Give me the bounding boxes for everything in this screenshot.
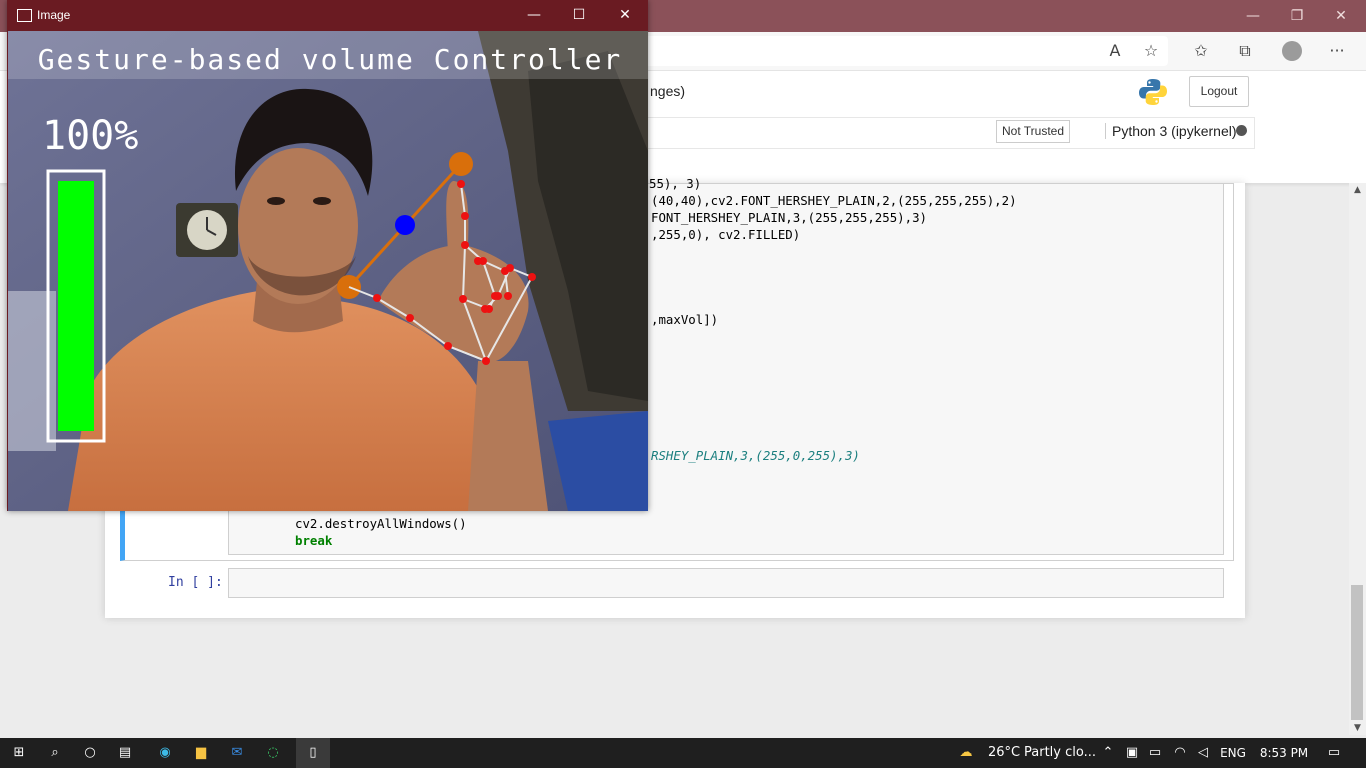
chevron-up-icon[interactable]: ⌃ [1098, 738, 1118, 768]
mail-icon[interactable]: ✉ [222, 738, 252, 768]
scroll-up-icon[interactable]: ▲ [1349, 183, 1366, 197]
collections-icon[interactable]: ⧉ [1232, 40, 1258, 62]
notifications-icon[interactable]: ▭ [1320, 738, 1348, 768]
code-line: cv2.destroyAllWindows() [295, 516, 467, 531]
python-logo-icon [1139, 79, 1167, 105]
code-line: ,maxVol]) [651, 312, 719, 327]
empty-code-cell[interactable] [228, 568, 1224, 598]
more-icon[interactable]: ··· [1324, 40, 1350, 62]
volume-icon[interactable]: ◁ [1193, 738, 1213, 768]
notebook-name[interactable]: nges) [650, 83, 685, 99]
edge-icon[interactable]: ◉ [150, 738, 180, 768]
clock[interactable]: 8:53 PM [1254, 738, 1314, 768]
code-line: 55), 3) [649, 176, 702, 191]
image-minimize-button[interactable]: — [511, 0, 557, 30]
favorites-icon[interactable]: ✩ [1188, 40, 1214, 62]
overlay-title: Gesture-based volume Controller [38, 43, 623, 76]
code-line: break [295, 533, 333, 548]
code-line: RSHEY_PLAIN,3,(255,0,255),3) [651, 448, 860, 463]
image-maximize-button[interactable]: ☐ [556, 0, 602, 30]
weather-desc[interactable]: Partly clo... [1024, 738, 1096, 768]
add-favorite-icon[interactable]: ☆ [1138, 40, 1164, 62]
image-close-button[interactable]: ✕ [602, 0, 648, 30]
device-icon[interactable]: ▣ [1122, 738, 1142, 768]
code-line: FONT_HERSHEY_PLAIN,3,(255,255,255),3) [651, 210, 928, 225]
window-app-icon [17, 9, 32, 22]
image-window-title: Image [37, 8, 71, 22]
midpoint-marker [395, 215, 415, 235]
wifi-icon[interactable]: ◠ [1170, 738, 1190, 768]
file-explorer-icon[interactable]: ▆ [186, 738, 216, 768]
notepad-icon[interactable]: ▯ [298, 738, 328, 768]
task-view-icon[interactable]: ▤ [110, 738, 140, 768]
browser-close-button[interactable]: ✕ [1318, 0, 1364, 32]
battery-icon[interactable]: ▭ [1145, 738, 1165, 768]
kernel-status-icon [1236, 125, 1247, 136]
trust-status-button[interactable]: Not Trusted [996, 120, 1070, 143]
volume-percent-label: 100% [42, 113, 138, 159]
scrollbar-thumb[interactable] [1351, 585, 1363, 720]
browser-restore-button[interactable]: ❐ [1274, 0, 1320, 32]
browser-minimize-button[interactable]: — [1230, 0, 1276, 32]
profile-icon[interactable] [1282, 41, 1302, 61]
volume-bar-fill [58, 181, 94, 431]
scroll-down-icon[interactable]: ▼ [1349, 721, 1366, 735]
kernel-name[interactable]: Python 3 (ipykernel) [1105, 123, 1237, 139]
camera-feed: Gesture-based volume Controller 100% [8, 31, 648, 511]
code-line: ,255,0), cv2.FILLED) [651, 227, 801, 242]
weather-temp[interactable]: 26°C [984, 738, 1024, 768]
language-indicator[interactable]: ENG [1216, 738, 1250, 768]
jupyter-loader-icon[interactable]: ◌ [258, 738, 288, 768]
cortana-icon[interactable]: ○ [75, 738, 105, 768]
weather-icon[interactable]: ☁ [952, 738, 980, 768]
logout-button[interactable]: Logout [1189, 76, 1249, 107]
read-aloud-icon[interactable]: A [1102, 40, 1128, 62]
next-cell-prompt: In [ ]: [168, 575, 223, 590]
search-icon[interactable]: ⌕ [40, 738, 70, 768]
start-icon[interactable]: ⊞ [4, 738, 34, 768]
code-line: (40,40),cv2.FONT_HERSHEY_PLAIN,2,(255,25… [651, 193, 1017, 208]
index-tip-marker [449, 152, 473, 176]
